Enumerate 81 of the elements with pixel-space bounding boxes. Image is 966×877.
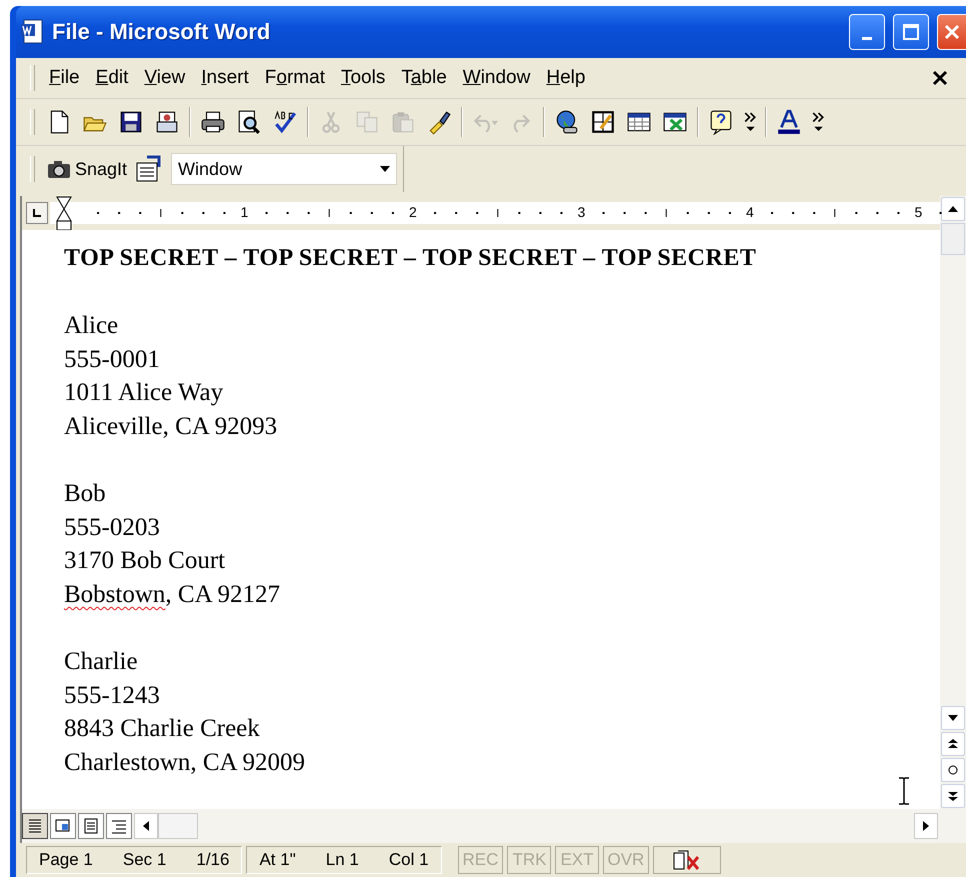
minimize-icon	[862, 36, 872, 40]
scroll-right-button[interactable]	[914, 813, 938, 839]
document-line: 555-0001	[64, 344, 161, 375]
help-icon	[708, 109, 734, 135]
double-down-arrow-icon	[948, 791, 958, 801]
overflow-icon	[812, 112, 824, 132]
menu-item[interactable]: Window	[454, 63, 538, 93]
menu-item[interactable]: File	[41, 63, 88, 93]
ruler-number: 5	[914, 204, 922, 220]
document-line: Aliceville, CA 92093	[64, 412, 278, 442]
tab-stop-button[interactable]	[26, 202, 48, 224]
status-field: 1/16	[196, 850, 230, 870]
window-title: File - Microsoft Word	[52, 19, 272, 45]
fontcolor-icon	[776, 109, 802, 135]
menu-item[interactable]: Table	[393, 63, 455, 93]
status-field: Ln 1	[326, 850, 359, 870]
document-heading: TOP SECRET – TOP SECRET – TOP SECRET – TOP SECRET	[64, 244, 758, 273]
menu-item[interactable]: View	[136, 63, 194, 93]
menu-item[interactable]: Format	[256, 63, 333, 93]
save-icon	[118, 109, 144, 135]
document-line: 555-0203	[64, 512, 161, 543]
circle-icon	[948, 765, 958, 775]
borders-icon	[590, 109, 616, 135]
left-arrow-icon	[143, 821, 149, 831]
menu-item[interactable]: Tools	[332, 63, 394, 93]
ruler-number: 2	[409, 204, 417, 220]
document-line: 8843 Charlie Creek	[64, 714, 261, 744]
menu-item[interactable]: Edit	[88, 63, 136, 93]
minimize-button[interactable]	[849, 14, 885, 50]
overflow-icon	[744, 112, 756, 132]
maximize-icon	[902, 23, 920, 41]
double-up-arrow-icon	[948, 739, 958, 749]
left-tab-icon	[32, 208, 42, 218]
copy-icon	[354, 109, 380, 135]
document-line: Charlestown, CA 92009	[64, 748, 306, 778]
word-document-icon	[20, 19, 44, 45]
spelling-icon	[272, 109, 298, 135]
ruler-number: 4	[746, 204, 754, 220]
horizontal-scroll-thumb[interactable]	[158, 813, 198, 839]
close-button[interactable]	[937, 14, 966, 50]
status-field: Page 1	[39, 850, 93, 870]
camera-icon	[47, 159, 71, 179]
scroll-thumb[interactable]	[941, 223, 965, 255]
menu-item[interactable]: Insert	[193, 63, 257, 93]
document-line: 1011 Alice Way	[64, 378, 224, 408]
status-field: At 1"	[259, 850, 296, 870]
scroll-left-button[interactable]	[134, 813, 158, 839]
globe-icon	[554, 109, 580, 135]
text-cursor-icon	[898, 777, 910, 805]
document-line: Charlie	[64, 647, 139, 678]
document-line: Bobstown, CA 92127	[64, 580, 282, 610]
caret-icon	[380, 166, 390, 172]
menu-item[interactable]: Help	[538, 63, 594, 93]
down-arrow-icon	[948, 715, 958, 721]
normal-view-button[interactable]	[22, 813, 48, 839]
ruler-number: 1	[240, 204, 248, 220]
document-line: 3170 Bob Court	[64, 546, 226, 576]
document-line: 555-1243	[64, 680, 161, 711]
browse-object-button[interactable]	[941, 758, 965, 782]
web-view-button[interactable]	[50, 813, 76, 839]
indent-marker[interactable]	[56, 196, 72, 232]
ruler-number: 3	[578, 204, 586, 220]
status-field: Sec 1	[122, 850, 166, 870]
document-line: Alice	[64, 311, 120, 342]
preview-icon	[236, 109, 262, 135]
window-dropdown[interactable]: Window	[171, 153, 398, 185]
status-field: Col 1	[388, 850, 429, 870]
close-icon	[943, 23, 961, 41]
snagit-button[interactable]: SnagIt	[41, 154, 134, 184]
up-arrow-icon	[948, 206, 958, 212]
right-arrow-icon	[923, 821, 929, 831]
print-icon	[200, 109, 226, 135]
document-line: Bob	[64, 479, 107, 510]
outline-view-button[interactable]	[106, 813, 132, 839]
previous-page-button[interactable]	[941, 732, 965, 756]
scroll-up-button[interactable]	[941, 197, 965, 221]
next-page-button[interactable]	[941, 784, 965, 808]
scroll-down-button[interactable]	[941, 706, 965, 730]
maximize-button[interactable]	[893, 14, 929, 50]
print-view-button[interactable]	[78, 813, 104, 839]
permission-icon	[154, 109, 180, 135]
